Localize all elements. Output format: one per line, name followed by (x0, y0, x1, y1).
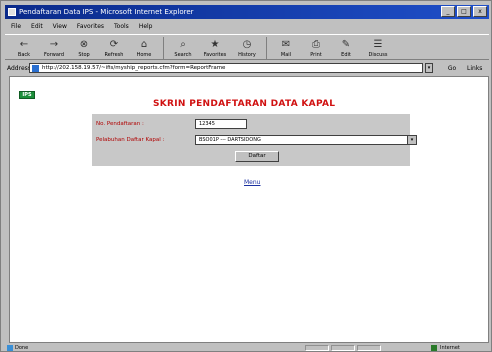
edit-button[interactable]: ✎ Edit (331, 35, 361, 61)
tool-label: History (238, 51, 256, 58)
title-bar: Pendaftaran Data IPS - Microsoft Interne… (5, 5, 489, 19)
favorites-button[interactable]: ★ Favorites (198, 35, 232, 61)
minimize-button[interactable]: _ (441, 6, 455, 17)
port-select[interactable]: BSO01P --- DARTSIDONG ▾ (195, 135, 417, 145)
registration-number-input[interactable]: 12345 (195, 119, 247, 129)
mail-button[interactable]: ✉ Mail (271, 35, 301, 61)
submit-button[interactable]: Daftar (235, 151, 279, 162)
tool-label: Mail (280, 51, 292, 58)
menu-link[interactable]: Menu (244, 179, 260, 186)
menu-tools[interactable]: Tools (114, 21, 129, 32)
forward-button[interactable]: → Forward (39, 35, 69, 61)
tool-label: Refresh (104, 51, 124, 58)
back-button[interactable]: ← Back (9, 35, 39, 61)
page-icon (32, 65, 39, 72)
home-icon: ⌂ (140, 38, 148, 50)
favorites-icon: ★ (210, 38, 220, 50)
tool-label: Stop (78, 51, 90, 58)
globe-icon (431, 345, 437, 351)
close-button[interactable]: x (473, 6, 487, 17)
menu-view[interactable]: View (53, 21, 67, 32)
tool-label: Search (174, 51, 192, 58)
menu-bar: File Edit View Favorites Tools Help (5, 21, 489, 32)
registration-number-label: No. Pendaftaran : (96, 121, 144, 127)
security-zone: Internet (431, 344, 487, 352)
tool-label: Home (136, 51, 152, 58)
history-button[interactable]: ◷ History (232, 35, 262, 61)
go-button[interactable]: Go (439, 65, 465, 72)
port-select-value: BSO01P --- DARTSIDONG (199, 137, 261, 143)
browser-window: Pendaftaran Data IPS - Microsoft Interne… (0, 0, 492, 352)
address-dropdown-button[interactable]: ▾ (425, 63, 433, 73)
page-viewport: IPS SKRIN PENDAFTARAN DATA KAPAL No. Pen… (9, 76, 489, 343)
tool-label: Edit (341, 51, 351, 58)
menu-help[interactable]: Help (139, 21, 153, 32)
discuss-icon: ☰ (373, 38, 383, 50)
port-label: Pelabuhan Daftar Kapal : (96, 137, 165, 143)
toolbar: ← Back → Forward ⊗ Stop ⟳ Refresh ⌂ Home ⌕ Sea… (5, 34, 489, 60)
address-bar: Address http://202.158.19.57/~ifis/myshi… (5, 62, 489, 74)
menu-file[interactable]: File (11, 21, 21, 32)
chevron-down-icon: ▾ (407, 136, 416, 144)
refresh-icon: ⟳ (109, 38, 119, 50)
history-icon: ◷ (242, 38, 252, 50)
status-segment (357, 345, 381, 351)
home-button[interactable]: ⌂ Home (129, 35, 159, 61)
status-text: Done (15, 345, 29, 351)
mail-icon: ✉ (281, 38, 291, 50)
print-icon: ⎙ (312, 38, 320, 50)
registration-form: No. Pendaftaran : 12345 Pelabuhan Daftar… (92, 114, 417, 166)
menu-edit[interactable]: Edit (31, 21, 43, 32)
window-title: Pendaftaran Data IPS - Microsoft Interne… (19, 8, 194, 16)
forward-arrow-icon: → (49, 38, 59, 50)
zone-label: Internet (440, 345, 460, 351)
tool-label: Favorites (203, 51, 227, 58)
stop-button[interactable]: ⊗ Stop (69, 35, 99, 61)
status-segment (305, 345, 329, 351)
ips-logo: IPS (19, 91, 35, 99)
toolbar-separator (163, 37, 164, 59)
edit-icon: ✎ (341, 38, 351, 50)
address-url: http://202.158.19.57/~ifis/myship_report… (42, 65, 226, 71)
page-status-icon (7, 345, 13, 351)
search-icon: ⌕ (180, 38, 186, 50)
address-label: Address (7, 64, 31, 72)
registration-number-value: 12345 (199, 121, 215, 127)
menu-favorites[interactable]: Favorites (77, 21, 104, 32)
status-segment (331, 345, 355, 351)
tool-label: Forward (43, 51, 65, 58)
address-input[interactable]: http://202.158.19.57/~ifis/myship_report… (29, 63, 423, 73)
tool-label: Back (17, 51, 31, 58)
window-controls: _ □ x (441, 6, 487, 18)
maximize-button[interactable]: □ (457, 6, 471, 17)
discuss-button[interactable]: ☰ Discuss (361, 35, 395, 61)
links-button[interactable]: Links (467, 65, 487, 72)
status-bar: Done Internet (5, 344, 489, 352)
tool-label: Print (310, 51, 322, 58)
stop-icon: ⊗ (79, 38, 89, 50)
back-arrow-icon: ← (19, 38, 29, 50)
refresh-button[interactable]: ⟳ Refresh (99, 35, 129, 61)
page-title: SKRIN PENDAFTARAN DATA KAPAL (153, 99, 336, 109)
ie-icon (8, 8, 16, 16)
tool-label: Discuss (368, 51, 388, 58)
toolbar-separator (266, 37, 267, 59)
print-button[interactable]: ⎙ Print (301, 35, 331, 61)
search-button[interactable]: ⌕ Search (168, 35, 198, 61)
